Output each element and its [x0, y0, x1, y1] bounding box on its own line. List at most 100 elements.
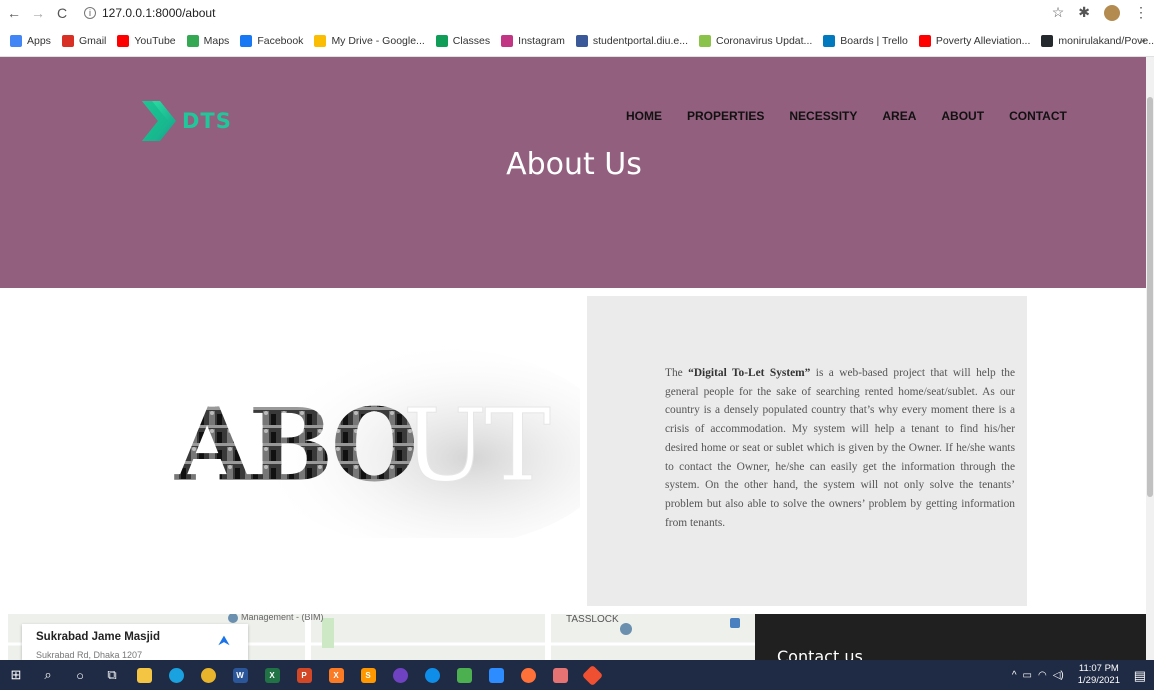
- site-logo[interactable]: DTS: [140, 101, 232, 141]
- windows-taskbar: ⊞ ⌕ ○ ⧉ W X P X S ^ ▭ ◠ ◁) 11:07 PM 1/29…: [0, 660, 1154, 690]
- firefox-icon[interactable]: [512, 660, 544, 690]
- bookmark-item[interactable]: Boards | Trello: [823, 35, 908, 47]
- about-panel: The “Digital To-Let System” is a web-bas…: [587, 296, 1027, 606]
- chrome-icon[interactable]: [192, 660, 224, 690]
- map-place-card[interactable]: Sukrabad Jame Masjid Sukrabad Rd, Dhaka …: [22, 624, 248, 660]
- info-icon[interactable]: i: [84, 7, 96, 19]
- bookmark-label: studentportal.diu.e...: [592, 35, 688, 47]
- excel-icon[interactable]: X: [256, 660, 288, 690]
- nav-contact[interactable]: CONTACT: [1009, 109, 1067, 123]
- clock-date: 1/29/2021: [1077, 675, 1120, 686]
- bookmark-label: Poverty Alleviation...: [935, 35, 1031, 47]
- nav-home[interactable]: HOME: [626, 109, 662, 123]
- bookmark-item[interactable]: Facebook: [240, 35, 303, 47]
- bookmark-item[interactable]: Gmail: [61, 35, 107, 47]
- bookmark-label: Facebook: [257, 35, 304, 47]
- place-address: Sukrabad Rd, Dhaka 1207: [36, 650, 143, 660]
- scrollbar-thumb[interactable]: [1147, 97, 1153, 497]
- contact-section: Contact us: [755, 614, 1146, 666]
- word-icon[interactable]: W: [224, 660, 256, 690]
- teamviewer-icon[interactable]: [416, 660, 448, 690]
- powerpoint-icon[interactable]: P: [288, 660, 320, 690]
- bookmark-item[interactable]: Maps: [186, 35, 230, 47]
- page-header: DTS HOME PROPERTIES NECESSITY AREA ABOUT…: [0, 57, 1146, 288]
- paint-icon[interactable]: [544, 660, 576, 690]
- github-desktop-icon[interactable]: [384, 660, 416, 690]
- page-title: About Us: [506, 147, 642, 182]
- about-word-white: UT: [403, 387, 550, 504]
- bookmark-item[interactable]: studentportal.diu.e...: [575, 35, 688, 47]
- wifi-icon[interactable]: ◠: [1038, 670, 1047, 681]
- edge-icon[interactable]: [160, 660, 192, 690]
- github-icon: [1041, 35, 1054, 47]
- sublime-icon[interactable]: S: [352, 660, 384, 690]
- about-word-photo: AB: [174, 386, 329, 504]
- place-title: Sukrabad Jame Masjid: [36, 631, 160, 643]
- page-scrollbar[interactable]: [1146, 57, 1154, 660]
- file-explorer-icon[interactable]: [128, 660, 160, 690]
- apps-icon: [10, 35, 22, 47]
- bookmark-label: Gmail: [78, 35, 107, 47]
- bookmark-item[interactable]: Poverty Alleviation...: [918, 35, 1031, 47]
- instagram-icon: [501, 35, 514, 47]
- zoom-icon[interactable]: [480, 660, 512, 690]
- windows-start-icon[interactable]: ⊞: [0, 660, 32, 690]
- about-description: The “Digital To-Let System” is a web-bas…: [665, 367, 1016, 529]
- nav-properties[interactable]: PROPERTIES: [687, 109, 764, 123]
- trello-icon: [823, 35, 836, 47]
- task-view-icon[interactable]: ⧉: [96, 660, 128, 690]
- search-icon[interactable]: ⌕: [32, 660, 64, 690]
- nav-about[interactable]: ABOUT: [941, 109, 984, 123]
- bookmark-item[interactable]: Coronavirus Updat...: [699, 35, 812, 47]
- show-hidden-icons-icon[interactable]: ^: [1012, 670, 1017, 681]
- project-name: “Digital To-Let System”: [688, 367, 811, 379]
- browser-menu-icon[interactable]: ⋮: [1134, 4, 1148, 21]
- location-map[interactable]: Management - (BIM) TASSLOCK Sukrabad Jam…: [8, 614, 755, 660]
- star-bookmark-icon[interactable]: ☆: [1052, 4, 1065, 21]
- maps-icon: [186, 35, 199, 47]
- system-tray: ^ ▭ ◠ ◁) 11:07 PM 1/29/2021: [1012, 660, 1120, 690]
- bookmark-label: Apps: [27, 35, 51, 47]
- git-icon[interactable]: [576, 660, 608, 690]
- notifications-icon[interactable]: ▤: [1134, 668, 1146, 684]
- bookmark-item[interactable]: monirulakand/Pove...: [1041, 35, 1154, 47]
- bookmark-item[interactable]: Apps: [10, 35, 51, 47]
- profile-avatar[interactable]: [1104, 4, 1120, 21]
- bookmark-label: Coronavirus Updat...: [716, 35, 813, 47]
- directions-icon[interactable]: ⮝: [218, 632, 230, 649]
- clock-time: 11:07 PM: [1078, 663, 1119, 674]
- coronavirus-icon: [699, 35, 711, 47]
- battery-icon[interactable]: ▭: [1023, 670, 1032, 681]
- volume-icon[interactable]: ◁): [1053, 670, 1064, 681]
- facebook-icon: [240, 35, 253, 47]
- back-arrow-icon[interactable]: ←: [4, 5, 24, 21]
- dts-logo-icon: [142, 101, 176, 141]
- classes-icon: [435, 35, 448, 47]
- bookmark-label: YouTube: [134, 35, 176, 47]
- main-nav: HOME PROPERTIES NECESSITY AREA ABOUT CON…: [626, 109, 1092, 123]
- bookmark-item[interactable]: My Drive - Google...: [314, 35, 425, 47]
- clock[interactable]: 11:07 PM 1/29/2021: [1078, 663, 1120, 687]
- bookmarks-overflow-icon[interactable]: »: [1140, 35, 1146, 47]
- bookmark-label: Instagram: [518, 35, 565, 47]
- gmail-icon: [61, 35, 74, 47]
- bookmark-item[interactable]: Classes: [435, 35, 491, 47]
- address-bar[interactable]: 127.0.0.1:8000/about: [102, 6, 215, 20]
- bookmark-label: Classes: [452, 35, 491, 47]
- drive-icon: [314, 35, 327, 47]
- cortana-icon[interactable]: ○: [64, 660, 96, 690]
- xampp-icon[interactable]: X: [320, 660, 352, 690]
- youtube-icon: [918, 35, 931, 47]
- reload-icon[interactable]: C: [52, 5, 72, 21]
- bookmark-label: Maps: [203, 35, 230, 47]
- app-icon[interactable]: [448, 660, 480, 690]
- extensions-puzzle-icon[interactable]: ✱: [1078, 4, 1090, 21]
- bookmark-item[interactable]: YouTube: [117, 35, 176, 47]
- nav-necessity[interactable]: NECESSITY: [789, 109, 857, 123]
- forward-arrow-icon[interactable]: →: [28, 5, 48, 21]
- about-image: AB O UT: [174, 348, 580, 538]
- youtube-icon: [117, 35, 130, 47]
- nav-area[interactable]: AREA: [882, 109, 916, 123]
- bookmark-item[interactable]: Instagram: [501, 35, 565, 47]
- logo-text: DTS: [182, 109, 232, 133]
